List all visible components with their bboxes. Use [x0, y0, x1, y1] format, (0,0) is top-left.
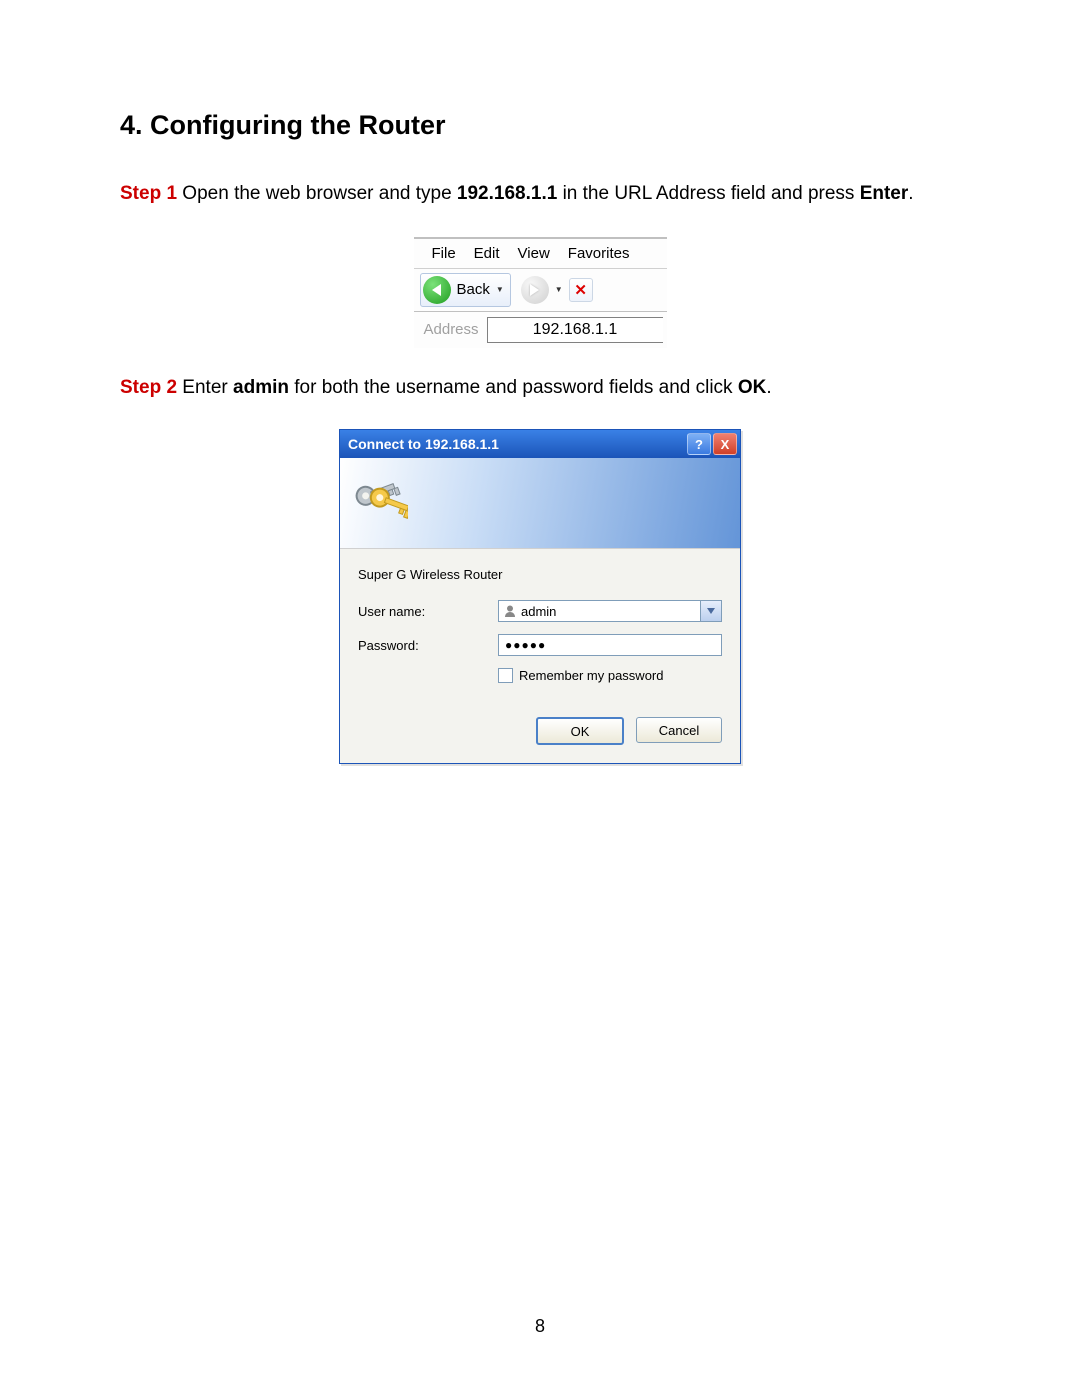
- username-value: admin: [521, 604, 556, 619]
- username-combo[interactable]: admin: [498, 600, 722, 622]
- step1-paragraph: Step 1 Open the web browser and type 192…: [120, 181, 960, 208]
- back-dropdown-icon[interactable]: ▼: [492, 285, 504, 294]
- keys-icon: [354, 476, 408, 530]
- step1-text-a: Open the web browser and type: [177, 183, 457, 204]
- browser-screenshot: File Edit View Favorites Back ▼ ▼ ✕ Addr…: [413, 236, 668, 349]
- forward-button[interactable]: [521, 276, 549, 304]
- step1-text-b: in the URL Address field and press: [557, 183, 859, 204]
- stop-button[interactable]: ✕: [569, 278, 593, 302]
- step1-ip: 192.168.1.1: [457, 183, 557, 204]
- dialog-banner: [340, 458, 740, 549]
- address-bar: Address 192.168.1.1: [414, 312, 667, 348]
- dialog-body: Super G Wireless Router User name: admin: [340, 549, 740, 763]
- section-heading: 4. Configuring the Router: [120, 110, 960, 141]
- dialog-title: Connect to 192.168.1.1: [348, 436, 499, 452]
- step2-period: .: [766, 377, 771, 398]
- browser-menu-bar: File Edit View Favorites: [414, 237, 667, 269]
- remember-password-label: Remember my password: [519, 668, 664, 683]
- dialog-titlebar: Connect to 192.168.1.1 ? X: [340, 430, 740, 458]
- back-label: Back: [455, 281, 492, 298]
- step2-text-b: for both the username and password field…: [289, 377, 738, 398]
- step1-enter: Enter: [860, 183, 909, 204]
- auth-realm: Super G Wireless Router: [358, 567, 722, 582]
- step2-ok: OK: [738, 377, 767, 398]
- step2-label: Step 2: [120, 377, 177, 398]
- menu-favorites[interactable]: Favorites: [568, 245, 630, 262]
- forward-dropdown-icon[interactable]: ▼: [551, 285, 563, 294]
- step1-label: Step 1: [120, 183, 177, 204]
- chevron-down-icon: [707, 608, 715, 614]
- page-number: 8: [0, 1316, 1080, 1337]
- step2-text-a: Enter: [177, 377, 233, 398]
- back-arrow-icon: [423, 276, 451, 304]
- back-button[interactable]: Back ▼: [420, 273, 511, 307]
- menu-view[interactable]: View: [518, 245, 550, 262]
- menu-edit[interactable]: Edit: [474, 245, 500, 262]
- password-label: Password:: [358, 638, 498, 653]
- cancel-button[interactable]: Cancel: [636, 717, 722, 743]
- address-input[interactable]: 192.168.1.1: [487, 317, 663, 343]
- username-dropdown-button[interactable]: [700, 600, 722, 622]
- menu-file[interactable]: File: [432, 245, 456, 262]
- browser-toolbar: Back ▼ ▼ ✕: [414, 269, 667, 312]
- user-icon: [503, 604, 517, 618]
- password-input[interactable]: ●●●●●: [498, 634, 722, 656]
- step2-admin: admin: [233, 377, 289, 398]
- step1-period: .: [908, 183, 913, 204]
- titlebar-close-button[interactable]: X: [713, 433, 737, 455]
- titlebar-help-button[interactable]: ?: [687, 433, 711, 455]
- remember-password-checkbox[interactable]: [498, 668, 513, 683]
- address-label: Address: [418, 321, 487, 338]
- step2-paragraph: Step 2 Enter admin for both the username…: [120, 375, 960, 402]
- auth-dialog: Connect to 192.168.1.1 ? X: [339, 429, 741, 764]
- forward-arrow-icon: [530, 284, 539, 296]
- username-label: User name:: [358, 604, 498, 619]
- ok-button[interactable]: OK: [536, 717, 624, 745]
